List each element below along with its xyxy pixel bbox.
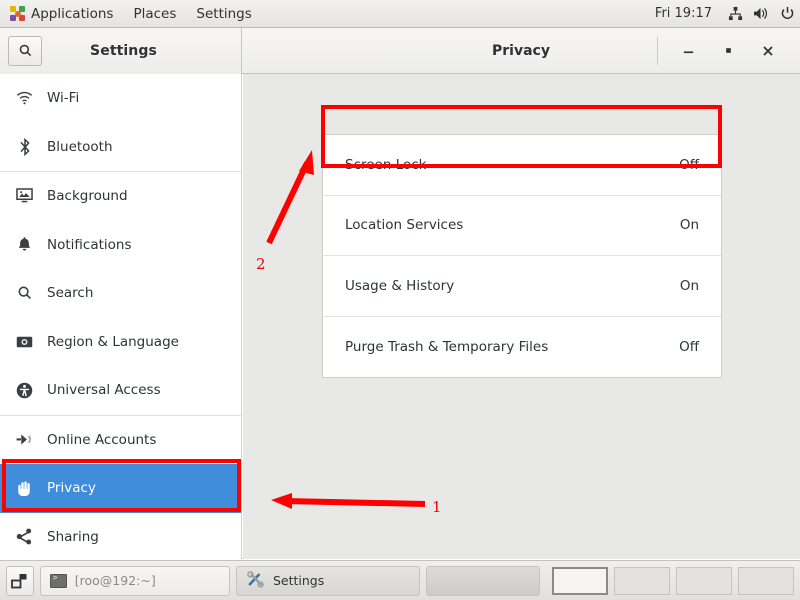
workspace-2[interactable] [614, 566, 670, 595]
region-icon [16, 333, 33, 350]
top-panel: Applications Places Settings Fri 19:17 [0, 0, 800, 28]
online-accounts-icon: s [16, 431, 33, 448]
sidebar-item-bluetooth[interactable]: Bluetooth [0, 123, 241, 172]
sidebar-item-label: Online Accounts [47, 431, 157, 448]
titlebar-divider [657, 36, 658, 65]
close-button[interactable] [748, 34, 788, 68]
row-location-services[interactable]: Location Services On [323, 196, 721, 256]
row-value: On [679, 277, 699, 294]
sidebar-header: Settings [0, 27, 242, 74]
sidebar-item-label: Notifications [47, 236, 132, 253]
row-screen-lock[interactable]: Screen Lock Off [323, 135, 721, 196]
sidebar-item-label: Universal Access [47, 382, 161, 399]
row-label: Purge Trash & Temporary Files [345, 338, 549, 355]
show-desktop-icon[interactable] [6, 565, 34, 596]
taskbar-empty-slot [426, 565, 540, 596]
sidebar-item-notifications[interactable]: Notifications [0, 221, 241, 270]
sidebar-item-search[interactable]: Search [0, 269, 241, 318]
row-label: Usage & History [345, 277, 455, 294]
sidebar-item-privacy[interactable]: Privacy [0, 464, 241, 513]
accessibility-icon [16, 382, 33, 399]
row-value: On [679, 217, 699, 234]
sidebar-item-label: Search [47, 285, 94, 302]
places-menu[interactable]: Places [123, 0, 186, 28]
row-value: Off [679, 338, 699, 355]
power-icon[interactable] [774, 0, 800, 28]
sidebar-item-label: Privacy [47, 480, 96, 497]
privacy-content-area: Screen Lock Off Location Services On Usa… [243, 74, 800, 559]
applications-icon [10, 6, 25, 21]
clock[interactable]: Fri 19:17 [645, 6, 722, 21]
share-icon [16, 528, 33, 545]
settings-menu[interactable]: Settings [186, 0, 261, 28]
taskbar-item-label: [roo@192:~] [74, 573, 156, 588]
workspace-1[interactable] [552, 566, 608, 595]
terminal-icon [49, 573, 67, 588]
workspace-3[interactable] [676, 566, 732, 595]
content-header: Privacy [242, 28, 800, 74]
sidebar-item-sharing[interactable]: Sharing [0, 513, 241, 560]
taskbar-item-settings[interactable]: Settings [235, 565, 421, 596]
taskbar-item-label: Settings [272, 573, 325, 588]
row-label: Location Services [345, 217, 464, 234]
window-controls [657, 28, 800, 74]
sidebar-item-online-accounts[interactable]: s Online Accounts [0, 416, 241, 465]
maximize-button[interactable] [708, 34, 748, 68]
annotation-number-2: 2 [256, 255, 266, 273]
bluetooth-icon [16, 137, 33, 156]
search-icon [16, 285, 33, 302]
tools-icon [246, 570, 265, 591]
sidebar-item-label: Background [47, 188, 128, 205]
sidebar-item-label: Sharing [47, 528, 99, 545]
privacy-options-list: Screen Lock Off Location Services On Usa… [322, 134, 722, 378]
window-titlebar: Settings Privacy [0, 27, 800, 74]
row-label: Screen Lock [345, 156, 427, 173]
row-value: Off [679, 156, 699, 173]
applications-menu[interactable]: Applications [0, 0, 123, 28]
settings-sidebar[interactable]: Wi-Fi Bluetooth Background Notifications… [0, 74, 242, 559]
background-icon [16, 188, 33, 205]
minimize-button[interactable] [668, 34, 708, 68]
sidebar-item-label: Wi-Fi [47, 90, 80, 107]
row-usage-history[interactable]: Usage & History On [323, 256, 721, 317]
sidebar-item-background[interactable]: Background [0, 172, 241, 221]
network-icon[interactable] [722, 0, 748, 28]
settings-window: Settings Privacy Wi-Fi Bluetooth Backgro… [0, 27, 800, 559]
sidebar-item-universal-access[interactable]: Universal Access [0, 366, 241, 415]
sidebar-item-label: Region & Language [47, 333, 179, 350]
panel-status-area: Fri 19:17 [645, 0, 800, 28]
sidebar-item-wifi[interactable]: Wi-Fi [0, 74, 241, 123]
annotation-number-1: 1 [432, 498, 442, 516]
row-purge-trash[interactable]: Purge Trash & Temporary Files Off [323, 317, 721, 378]
search-button[interactable] [8, 35, 42, 66]
settings-header-title: Settings [90, 42, 157, 59]
workspace-4[interactable] [738, 566, 794, 595]
bell-icon [16, 236, 33, 253]
hand-icon [16, 480, 33, 497]
sidebar-item-region-language[interactable]: Region & Language [0, 318, 241, 367]
taskbar-item-terminal[interactable]: [roo@192:~] [39, 565, 230, 596]
volume-icon[interactable] [748, 0, 774, 28]
wifi-icon [16, 90, 33, 107]
sidebar-item-label: Bluetooth [47, 138, 113, 155]
applications-label: Applications [31, 5, 114, 22]
svg-text:s: s [28, 435, 31, 440]
taskbar: [roo@192:~] Settings [0, 560, 800, 600]
workspace-switcher[interactable] [552, 566, 794, 595]
